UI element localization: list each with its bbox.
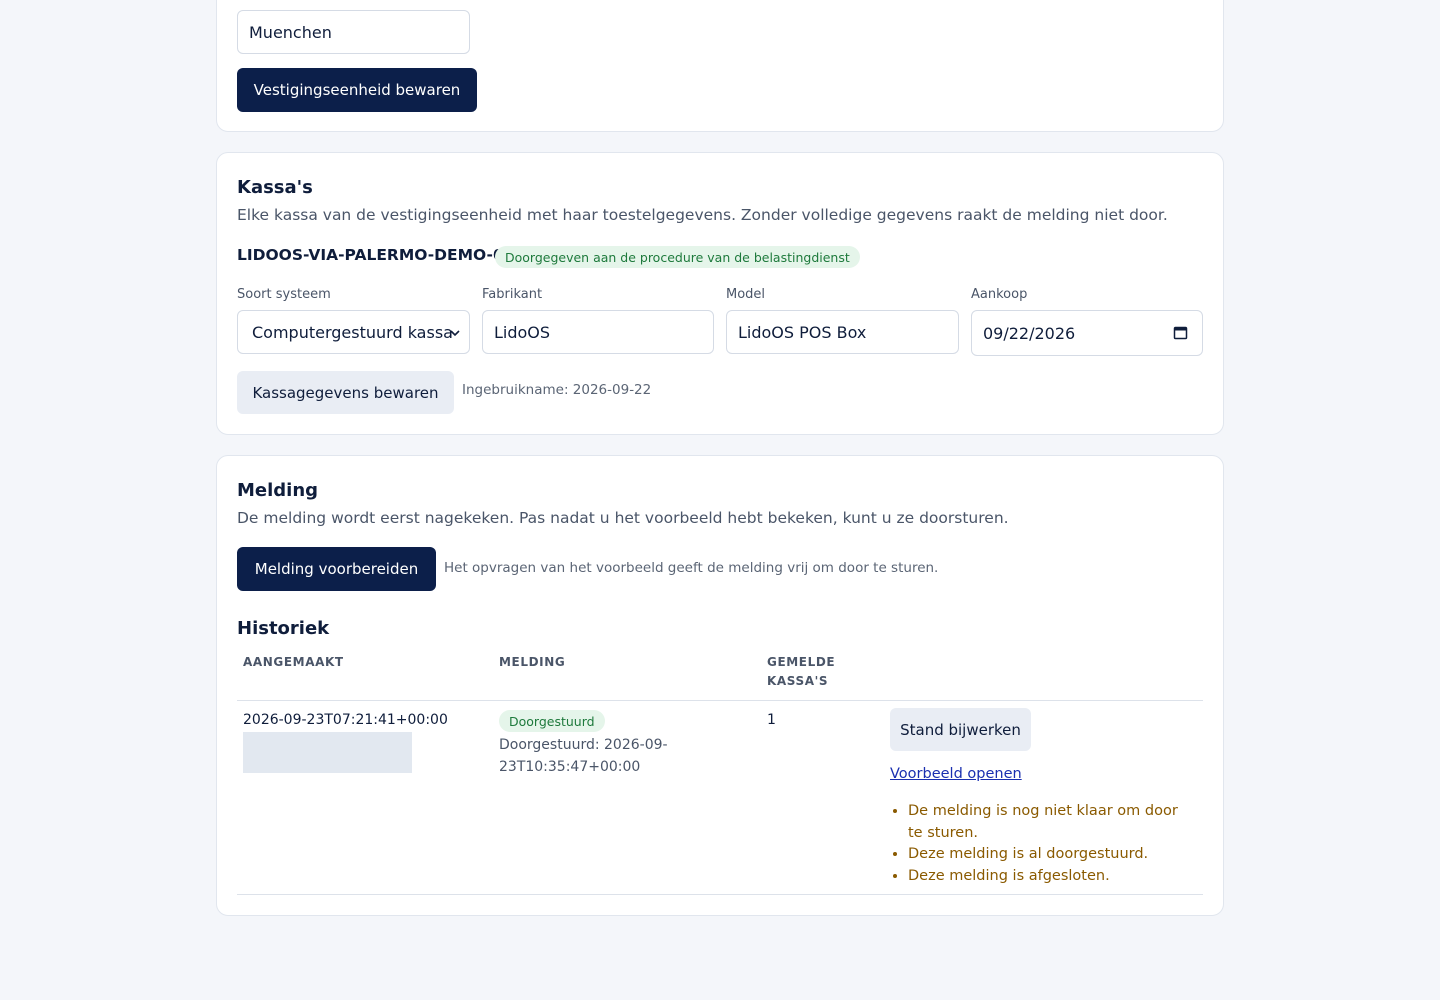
notification-description: De melding wordt eerst nagekeken. Pas na…	[237, 509, 1009, 527]
row-status-detail: Doorgestuurd: 2026-09-23T10:35:47+00:00	[499, 737, 668, 775]
chevron-down-icon	[450, 330, 460, 337]
establishment-card: Muenchen Vestigingseenheid bewaren	[216, 0, 1224, 132]
registers-title: Kassa's	[237, 177, 313, 198]
open-preview-link[interactable]: Voorbeeld openen	[890, 766, 1022, 782]
placeholder-block	[243, 732, 412, 773]
row-created: 2026-09-23T07:21:41+00:00	[243, 712, 448, 728]
warning-item: De melding is nog niet klaar om door te …	[908, 801, 1190, 844]
calendar-icon[interactable]	[1173, 325, 1188, 340]
history-title: Historiek	[237, 618, 330, 639]
column-header-notification: MELDING	[499, 655, 566, 669]
registers-card: Kassa's Elke kassa van de vestigingseenh…	[216, 152, 1224, 435]
column-header-registers: GEMELDE KASSA'S	[767, 655, 836, 688]
purchase-date-input[interactable]: 09/22/2026	[971, 310, 1203, 356]
purchase-date-value: 09/22/2026	[983, 323, 1076, 343]
manufacturer-label: Fabrikant	[482, 287, 543, 302]
notification-card: Melding De melding wordt eerst nagekeken…	[216, 455, 1224, 916]
registers-description: Elke kassa van de vestigingseenheid met …	[237, 206, 1168, 224]
manufacturer-input[interactable]: LidoOS	[482, 310, 714, 354]
purchase-date-label: Aankoop	[971, 287, 1028, 302]
table-header-divider	[237, 700, 1203, 701]
row-status-badge: Doorgestuurd	[499, 710, 605, 732]
warning-item: Deze melding is afgesloten.	[908, 866, 1190, 888]
system-type-select[interactable]: Computergestuurd kassa	[237, 310, 470, 354]
system-type-label: Soort systeem	[237, 287, 331, 302]
model-label: Model	[726, 287, 766, 302]
warning-item: Deze melding is al doorgestuurd.	[908, 844, 1190, 866]
model-input[interactable]: LidoOS POS Box	[726, 310, 959, 354]
column-header-created: AANGEMAAKT	[243, 655, 344, 669]
save-register-button[interactable]: Kassagegevens bewaren	[237, 371, 454, 414]
update-status-button[interactable]: Stand bijwerken	[890, 708, 1031, 751]
notification-title: Melding	[237, 480, 319, 501]
city-input[interactable]: Muenchen	[237, 10, 470, 54]
row-reported-registers: 1	[767, 712, 776, 728]
system-type-value: Computergestuurd kassa	[252, 322, 453, 342]
save-establishment-button[interactable]: Vestigingseenheid bewaren	[237, 68, 477, 112]
prepare-note: Het opvragen van het voorbeeld geeft de …	[444, 560, 939, 576]
register-id: LIDOOS-VIA-PALERMO-DEMO-01	[237, 246, 515, 264]
commissioning-note: Ingebruikname: 2026-09-22	[462, 382, 652, 398]
warning-list: De melding is nog niet klaar om door te …	[890, 801, 1190, 887]
table-row-divider	[237, 894, 1203, 895]
register-status-badge: Doorgegeven aan de procedure van de bela…	[495, 246, 860, 268]
prepare-notification-button[interactable]: Melding voorbereiden	[237, 547, 436, 591]
